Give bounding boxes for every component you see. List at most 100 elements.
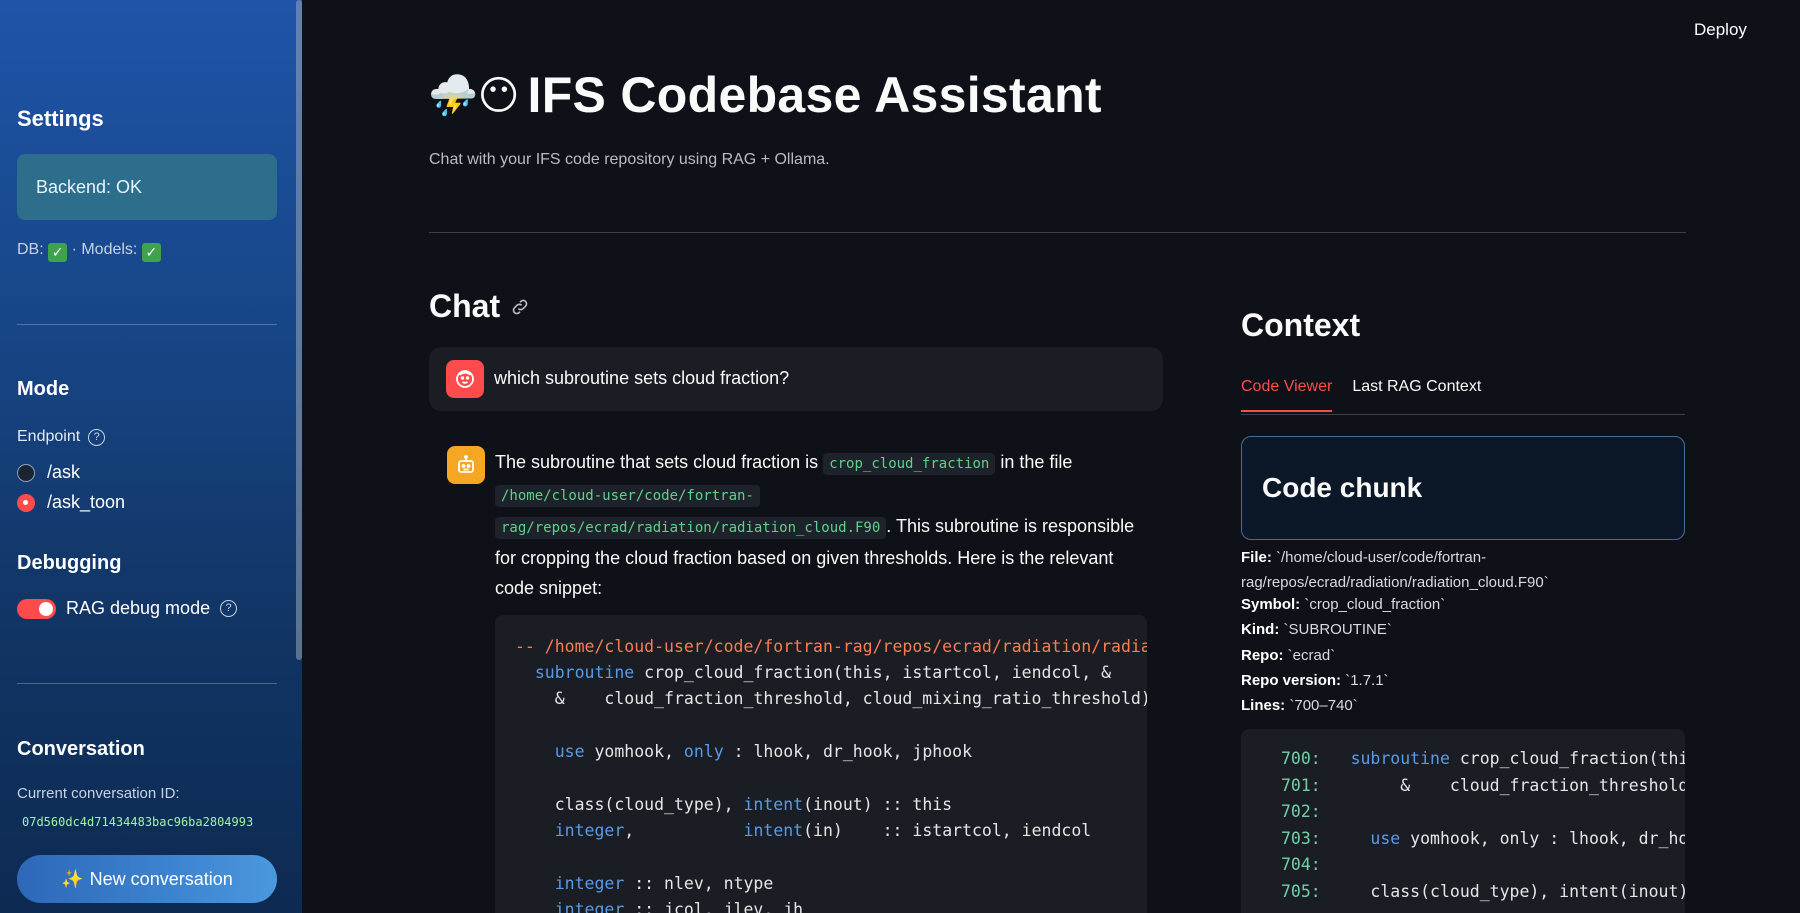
radio-ask[interactable]: /ask — [17, 462, 80, 483]
code-keyword: use — [1350, 828, 1401, 848]
tab-last-rag-context[interactable]: Last RAG Context — [1352, 378, 1481, 412]
code-text: crop_cloud_fraction(this, istartcol, ien… — [634, 663, 1112, 682]
help-icon[interactable]: ? — [220, 600, 238, 617]
code-line: 705: class(cloud_type), intent(inout) ::… — [1281, 882, 1685, 901]
meta-kind-value: `SUBROUTINE` — [1283, 621, 1392, 638]
new-conversation-button[interactable]: ✨ New conversation — [17, 855, 277, 903]
endpoint-label: Endpoint ? — [17, 428, 106, 446]
sparkles-icon: ✨ — [61, 868, 84, 889]
settings-heading: Settings — [17, 106, 104, 131]
code-text: :: jcol, jlev, jh — [624, 900, 804, 913]
page-title: ⛈️😶 IFS Codebase Assistant — [428, 66, 1102, 124]
code-keyword: only — [683, 742, 724, 761]
code-chunk-heading: Code chunk — [1262, 472, 1423, 503]
code-keyword: intent — [743, 821, 804, 840]
user-message: which subroutine sets cloud fraction? — [429, 347, 1163, 411]
rag-debug-toggle-row[interactable]: RAG debug mode ? — [17, 598, 238, 619]
meta-symbol: Symbol: `crop_cloud_fraction` — [1241, 596, 1445, 613]
meta-file-value: `/home/cloud-user/code/fortran-rag/repos… — [1241, 549, 1549, 591]
sidebar: Settings Backend: OK DB: ✓ · Models: ✓ M… — [0, 0, 302, 913]
code-comment: -- /home/cloud-user/code/fortran-rag/rep… — [515, 637, 1147, 656]
radio-ask-toon[interactable]: /ask_toon — [17, 492, 125, 513]
code-keyword: integer — [554, 821, 625, 840]
code-text: : lhook, dr_hook, jphook — [723, 742, 973, 761]
code-text: yomhook, only : lhook, dr_hook, jphook — [1410, 828, 1685, 848]
help-icon[interactable]: ? — [88, 428, 106, 446]
code-text: & cloud_fraction_threshold, cloud_mixing… — [1400, 775, 1685, 795]
line-number: 705: — [1281, 881, 1321, 901]
code-keyword: integer — [554, 874, 625, 893]
code-line: class(cloud_type), intent(inout) :: this — [515, 795, 952, 814]
line-number: 700: — [1281, 749, 1321, 768]
meta-repo-version-value: `1.7.1` — [1345, 672, 1389, 689]
radio-ask-label: /ask — [47, 462, 81, 482]
line-number: 701: — [1281, 775, 1321, 795]
db-models-status: DB: ✓ · Models: ✓ — [17, 241, 161, 262]
models-label: · Models: — [71, 241, 138, 258]
backend-status-badge: Backend: OK — [17, 154, 277, 220]
sidebar-scrollbar[interactable] — [296, 0, 302, 660]
code-line: 700: subroutine crop_cloud_fraction(this… — [1281, 749, 1685, 768]
code-line: integer, intent(in) :: istartcol, iendco… — [515, 821, 1091, 840]
inline-code: rag/repos/ecrad/radiation/radiation_clou… — [495, 517, 887, 539]
current-conversation-label: Current conversation ID: — [17, 785, 180, 802]
meta-lines: Lines: `700–740` — [1241, 697, 1358, 714]
code-text: class(cloud_type), — [554, 795, 744, 814]
sidebar-divider — [17, 324, 277, 325]
meta-file-label: File: — [1241, 549, 1272, 566]
code-text: class(cloud_type), intent(inout) :: this — [1370, 881, 1685, 901]
debugging-heading: Debugging — [17, 552, 122, 574]
code-keyword: use — [554, 742, 585, 761]
mode-heading: Mode — [17, 378, 70, 400]
meta-repo-label: Repo: — [1241, 647, 1284, 664]
code-line: 701: & cloud_fraction_threshold, cloud_m… — [1281, 776, 1685, 795]
code-line: use yomhook, only : lhook, dr_hook, jpho… — [515, 742, 972, 761]
radio-ask-toon-label: /ask_toon — [47, 492, 126, 512]
rag-debug-label: RAG debug mode — [66, 598, 211, 618]
backend-status-text: Backend: OK — [36, 176, 143, 197]
meta-repo-version: Repo version: `1.7.1` — [1241, 672, 1389, 689]
code-text: (in) :: istartcol, iendcol — [803, 821, 1092, 840]
code-keyword: integer — [554, 900, 625, 913]
code-text: yomhook, — [584, 742, 684, 761]
context-code-block[interactable]: 700: subroutine crop_cloud_fraction(this… — [1241, 729, 1685, 913]
context-heading: Context — [1241, 307, 1361, 343]
code-keyword: subroutine — [534, 663, 635, 682]
radio-circle-icon[interactable] — [17, 463, 35, 482]
code-text: :: nlev, ntype — [624, 874, 774, 893]
assistant-text-part: The subroutine that sets cloud fraction … — [495, 452, 819, 472]
db-label: DB: — [17, 241, 44, 258]
line-number: 703: — [1281, 828, 1321, 848]
context-tabs: Code Viewer Last RAG Context — [1241, 378, 1481, 412]
code-text: , — [624, 821, 744, 840]
page-title-text: IFS Codebase Assistant — [527, 67, 1102, 123]
meta-lines-label: Lines: — [1241, 697, 1286, 714]
page-subtitle: Chat with your IFS code repository using… — [429, 151, 830, 168]
endpoint-label-text: Endpoint — [17, 428, 81, 445]
code-text: crop_cloud_fraction(this, istartcol, ien… — [1459, 749, 1685, 768]
code-block[interactable]: -- /home/cloud-user/code/fortran-rag/rep… — [495, 615, 1147, 913]
rag-debug-toggle[interactable] — [17, 598, 56, 619]
deploy-button[interactable]: Deploy — [1694, 20, 1747, 40]
link-icon[interactable] — [510, 297, 530, 317]
tab-code-viewer[interactable]: Code Viewer — [1241, 378, 1333, 412]
meta-repo-value: `ecrad` — [1287, 647, 1336, 664]
code-line: 702: — [1281, 802, 1351, 821]
code-text: & cloud_fraction_threshold, cloud_mixing… — [515, 689, 1147, 708]
code-keyword: subroutine — [1350, 749, 1450, 768]
storm-face-icon: ⛈️😶 — [428, 73, 520, 118]
meta-symbol-label: Symbol: — [1241, 596, 1301, 613]
user-avatar-icon — [446, 360, 484, 398]
meta-symbol-value: `crop_cloud_fraction` — [1304, 596, 1446, 613]
code-line: 704: — [1281, 855, 1351, 874]
current-conversation-id: 07d560dc4d71434483bac96ba2804993 — [22, 815, 254, 829]
chat-heading: Chat — [429, 288, 530, 325]
meta-repo-version-label: Repo version: — [1241, 672, 1342, 689]
meta-repo: Repo: `ecrad` — [1241, 647, 1335, 664]
line-number: 702: — [1281, 802, 1321, 821]
code-line: subroutine crop_cloud_fraction(this, ist… — [515, 663, 1111, 682]
code-line: integer :: jcol, jlev, jh — [515, 900, 803, 913]
code-line: 703: use yomhook, only : lhook, dr_hook,… — [1281, 829, 1685, 848]
user-message-text: which subroutine sets cloud fraction? — [494, 368, 790, 388]
radio-selected-icon[interactable] — [17, 493, 35, 512]
